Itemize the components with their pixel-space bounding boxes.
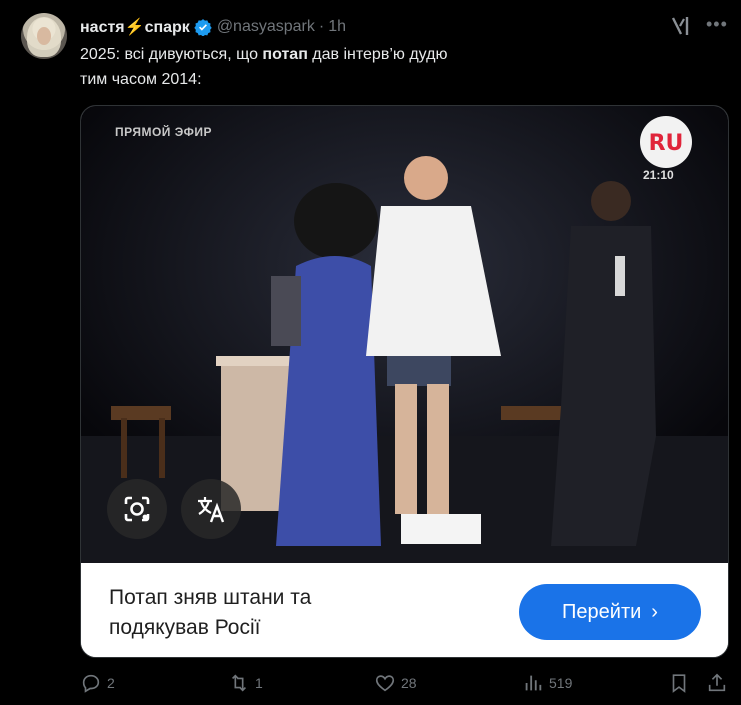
translate-button[interactable] [181,479,241,539]
more-options-icon[interactable]: ••• [706,14,728,35]
tweet-text: 2025: всі дивуються, що потап дав інтерв… [80,46,448,88]
repost-button[interactable]: 1 [228,672,263,694]
timestamp[interactable]: 1h [328,18,346,36]
google-lens-button[interactable] [107,479,167,539]
link-card[interactable]: ПРЯМОЙ ЭФИР RU 21:10 Потап зняв штани та… [80,105,729,658]
share-button[interactable] [706,672,733,694]
views-chart-icon [525,675,542,691]
like-button[interactable]: 28 [374,672,417,694]
ru-tv-logo-icon: RU [640,116,692,168]
display-name[interactable]: настя⚡спарк [80,17,190,37]
go-button[interactable]: Перейти › [519,584,701,640]
card-footer: Потап зняв штани та подякував Росії Перей… [81,563,728,657]
reply-icon [82,674,100,693]
repost-icon [231,674,247,692]
separator-dot: · [318,18,325,35]
chevron-right-icon: › [651,600,658,623]
grok-icon[interactable] [671,15,691,37]
action-bar: 2 1 28 519 [0,672,741,698]
heart-icon [375,675,395,692]
translate-icon [198,497,225,523]
svg-text:RU: RU [649,131,684,156]
live-broadcast-label: ПРЯМОЙ ЭФИР [115,125,212,139]
broadcast-clock: 21:10 [643,168,674,182]
bold-mention: потап [262,46,308,63]
tweet-header: настя⚡спарк @nasyaspark · 1h [80,16,346,38]
card-title[interactable]: Потап зняв штани та подякував Росії [109,583,409,643]
video-thumbnail[interactable]: ПРЯМОЙ ЭФИР RU 21:10 [81,106,728,563]
views-button[interactable]: 519 [522,672,572,694]
verified-badge-icon[interactable] [194,18,212,36]
share-icon [708,673,726,692]
stage-scene [81,106,728,563]
avatar-face [37,27,51,45]
bolt-emoji-icon: ⚡ [124,19,145,36]
reply-button[interactable]: 2 [80,672,115,694]
lens-icon [124,496,150,522]
avatar[interactable] [21,13,67,59]
handle[interactable]: @nasyaspark [217,18,315,36]
bookmark-icon [672,674,686,693]
bookmark-button[interactable] [668,672,695,694]
